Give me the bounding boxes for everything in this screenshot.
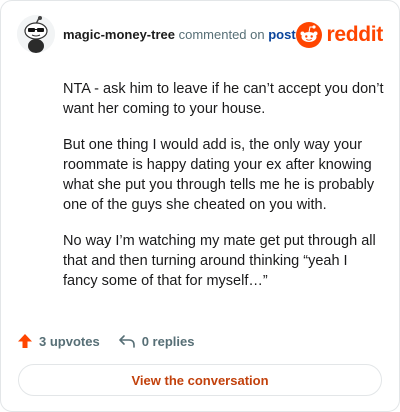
post-link[interactable]: post xyxy=(268,27,295,42)
upvotes-count: 3 upvotes xyxy=(39,333,100,349)
comment-card: magic-money-tree commented on post reddi… xyxy=(0,0,400,412)
reply-arrow-icon xyxy=(118,335,135,348)
reddit-snoo-icon xyxy=(296,22,323,48)
replies-count: 0 replies xyxy=(141,333,195,349)
reddit-wordmark: reddit xyxy=(326,23,383,46)
upvotes-item[interactable]: 3 upvotes xyxy=(17,333,100,349)
comment-paragraph: No way I’m watching my mate get put thro… xyxy=(63,233,376,289)
comment-header: magic-money-tree commented on post reddi… xyxy=(17,15,383,55)
comment-paragraph: NTA - ask him to leave if he can’t accep… xyxy=(63,81,384,117)
view-conversation-button[interactable]: View the conversation xyxy=(18,364,382,396)
comment-body: NTA - ask him to leave if he can’t accep… xyxy=(63,79,385,307)
snoo-avatar-icon xyxy=(17,15,55,53)
user-avatar[interactable] xyxy=(17,15,55,53)
comment-footer: 3 upvotes 0 replies xyxy=(17,331,212,351)
reddit-logo[interactable]: reddit xyxy=(296,21,383,49)
action-text: commented on xyxy=(178,27,265,42)
byline: magic-money-tree commented on post xyxy=(63,27,296,42)
upvote-arrow-icon xyxy=(18,334,32,348)
replies-item[interactable]: 0 replies xyxy=(118,333,195,349)
comment-paragraph: But one thing I would add is, the only w… xyxy=(63,137,375,213)
username-link[interactable]: magic-money-tree xyxy=(63,27,175,42)
